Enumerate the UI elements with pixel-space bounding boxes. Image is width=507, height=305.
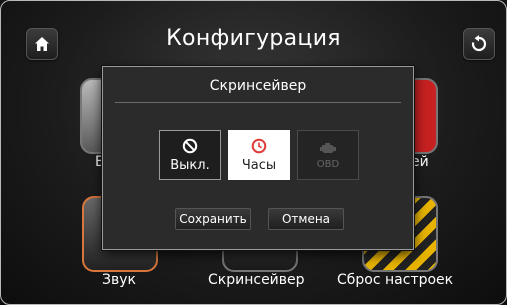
dialog-title: Скринсейвер: [209, 78, 307, 94]
back-button[interactable]: [463, 28, 495, 60]
option-clock-label: Часы: [241, 157, 277, 173]
back-refresh-icon: [471, 35, 487, 52]
option-off[interactable]: Выкл.: [159, 130, 221, 180]
tile-label-sound: Звук: [102, 272, 136, 288]
option-clock[interactable]: Часы: [228, 130, 290, 180]
clock-icon: [251, 138, 267, 153]
screensaver-dialog: Скринсейвер Выкл. Часы OBD Сохранить Отм…: [102, 66, 414, 250]
tile-label-screensaver: Скринсейвер: [208, 272, 305, 288]
option-off-label: Выкл.: [170, 157, 210, 173]
save-button[interactable]: Сохранить: [175, 208, 251, 230]
option-obd-label: OBD: [316, 158, 340, 170]
dialog-divider: [115, 102, 401, 103]
cancel-button[interactable]: Отмена: [268, 208, 344, 230]
engine-icon: [320, 142, 336, 153]
option-obd[interactable]: OBD: [297, 130, 359, 180]
no-icon: [182, 138, 198, 153]
page-title: Конфигурация: [166, 26, 341, 51]
tile-label-reset: Сброс настроек: [337, 272, 454, 288]
